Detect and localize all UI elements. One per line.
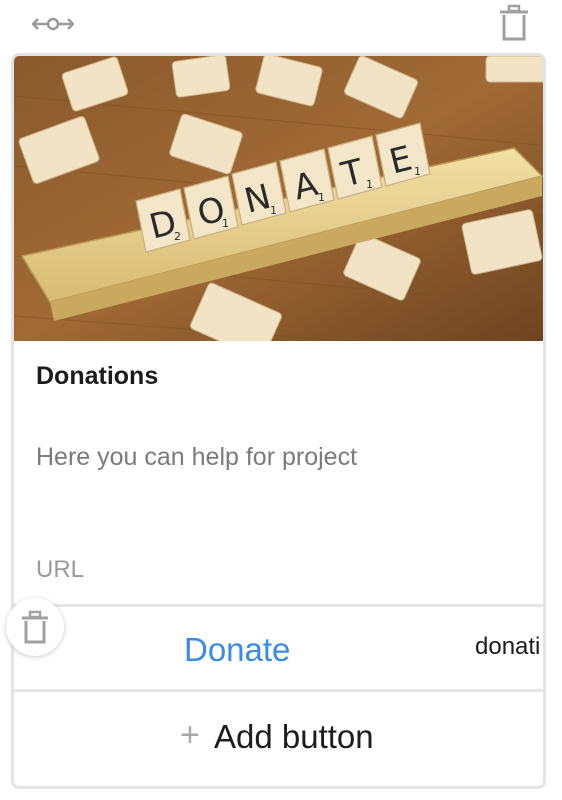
- image-tile-score: 1: [318, 191, 325, 204]
- donation-card: D O N A T E 2 1 1 1 1 1 Donations Here y…: [11, 53, 546, 789]
- plus-icon: +: [180, 716, 200, 754]
- donate-button-label[interactable]: Donate: [184, 631, 290, 669]
- image-tile-score: 1: [366, 178, 373, 191]
- card-image: D O N A T E 2 1 1 1 1 1: [14, 56, 543, 341]
- add-button[interactable]: + Add button: [14, 692, 543, 786]
- trash-icon[interactable]: [498, 4, 530, 42]
- image-tile-score: 2: [174, 230, 181, 243]
- card-title[interactable]: Donations: [36, 362, 158, 391]
- image-tile-score: 1: [222, 217, 229, 230]
- drag-handle-icon[interactable]: [31, 14, 75, 34]
- top-toolbar: [0, 0, 562, 50]
- image-tile-score: 1: [414, 165, 421, 178]
- delete-button-trash-icon[interactable]: [6, 598, 64, 656]
- donate-button-row[interactable]: Donate donati: [14, 604, 543, 692]
- donate-button-url[interactable]: donati: [475, 633, 540, 661]
- image-tile-score: 1: [270, 204, 277, 217]
- url-field[interactable]: URL: [36, 556, 84, 584]
- card-description[interactable]: Here you can help for project: [36, 443, 357, 472]
- add-button-label: Add button: [214, 718, 374, 755]
